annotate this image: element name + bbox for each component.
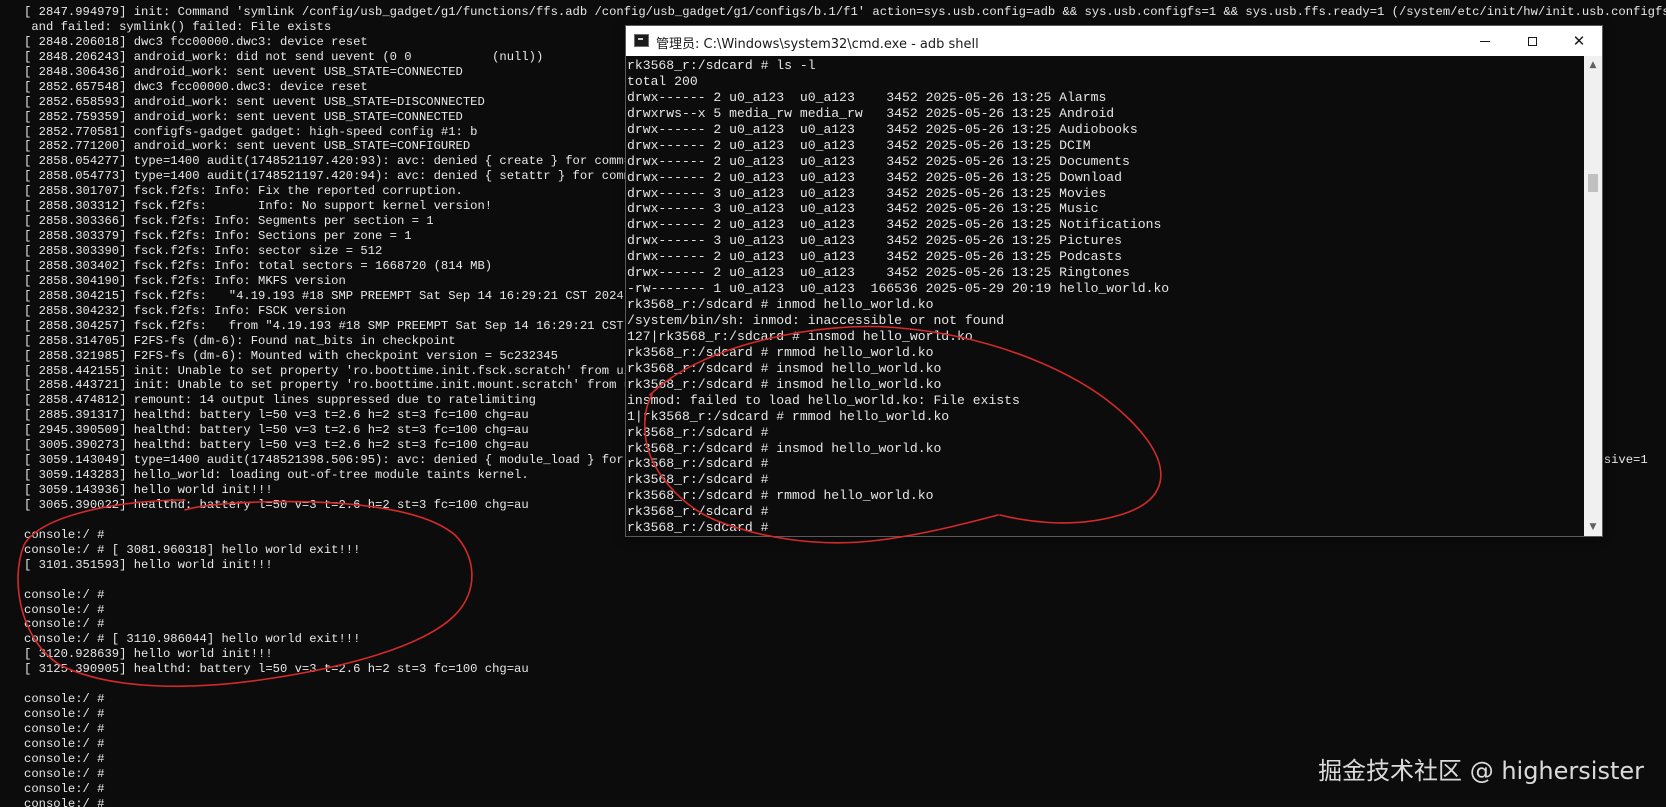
cmd-line: rk3568_r:/sdcard # inmod hello_world.ko [627,297,934,313]
minimize-icon [1480,40,1490,42]
cmd-line: rk3568_r:/sdcard # ls -l [627,58,816,73]
console-line: [ 3120.928639] hello world init!!! [24,647,273,662]
scrollbar-thumb[interactable] [1588,174,1598,192]
cmd-line: drwx------ 2 u0_a123 u0_a123 3452 2025-0… [627,89,1107,105]
console-line: [ 3101.351593] hello world init!!! [24,557,273,572]
scroll-down-arrow-icon[interactable]: ▼ [1584,518,1602,536]
cmd-line: drwx------ 3 u0_a123 u0_a123 3452 2025-0… [627,201,1099,217]
watermark-text: 掘金技术社区 @ highersister [1318,757,1644,785]
minimize-button[interactable] [1462,26,1508,56]
scroll-up-arrow-icon[interactable]: ▲ [1584,56,1602,74]
cmd-line: rk3568_r:/sdcard # rmmod hello_world.ko [627,344,934,360]
cmd-titlebar[interactable]: 管理员: C:\Windows\system32\cmd.exe - adb s… [626,26,1602,56]
cmd-line: rk3568_r:/sdcard # insmod hello_world.ko [627,440,942,456]
cmd-line: 1|rk3568_r:/sdcard # rmmod hello_world.k… [627,408,950,424]
console-line: console:/ # [24,707,105,722]
cmd-line: drwxrws--x 5 media_rw media_rw 3452 2025… [627,105,1115,121]
cmd-line: drwx------ 2 u0_a123 u0_a123 3452 2025-0… [627,121,1138,137]
cmd-output: rk3568_r:/sdcard # ls -l total 200 drwx---… [627,58,1169,536]
cmd-line: -rw------- 1 u0_a123 u0_a123 166536 2025… [627,281,1170,297]
console-line: console:/ # [24,617,105,632]
console-line: console:/ # [24,587,105,602]
cmd-line: rk3568_r:/sdcard # [627,456,769,472]
cmd-line: drwx------ 2 u0_a123 u0_a123 3452 2025-0… [627,169,1123,185]
cmd-line: total 200 [627,73,698,89]
console-line: [ 2847.994979] init: Command 'symlink /c… [24,5,1666,19]
cmd-line: rk3568_r:/sdcard # [627,424,769,440]
cmd-line: rk3568_r:/sdcard # insmod hello_world.ko [627,360,942,376]
cmd-window[interactable]: 管理员: C:\Windows\system32\cmd.exe - adb s… [626,26,1602,536]
cmd-line: rk3568_r:/sdcard # [627,504,769,520]
window-title: 管理员: C:\Windows\system32\cmd.exe - adb s… [656,37,979,52]
cmd-line: drwx------ 3 u0_a123 u0_a123 3452 2025-0… [627,233,1123,249]
console-line: console:/ # [ 3110.986044] hello world e… [24,632,361,647]
desktop-screen: [ 2847.994979] init: Command 'symlink /c… [0,0,1666,807]
cmd-line: drwx------ 2 u0_a123 u0_a123 3452 2025-0… [627,265,1130,281]
close-icon: ✕ [1572,32,1586,50]
cmd-line: /system/bin/sh: inmod: inaccessible or n… [627,313,1005,328]
maximize-icon [1527,36,1537,46]
console-line: console:/ # [ 3081.960318] hello world e… [24,542,361,557]
console-line: console:/ # [24,602,105,617]
close-button[interactable]: ✕ [1556,26,1602,56]
cmd-line: rk3568_r:/sdcard # [627,472,769,488]
cmd-line: rk3568_r:/sdcard # insmod hello_world.ko [627,376,942,392]
console-line: console:/ # [24,692,105,707]
cmd-prompt-icon [634,34,649,47]
cmd-line: drwx------ 2 u0_a123 u0_a123 3452 2025-0… [627,153,1130,169]
cmd-line: drwx------ 2 u0_a123 u0_a123 3452 2025-0… [627,217,1162,233]
cmd-line: insmod: failed to load hello_world.ko: F… [627,392,1020,408]
console-line: console:/ # [24,796,105,807]
maximize-button[interactable] [1509,26,1555,56]
cmd-console-area[interactable]: rk3568_r:/sdcard # ls -l total 200 drwx---… [626,56,1584,536]
cmd-line: rk3568_r:/sdcard # rmmod hello_world.ko [627,488,934,504]
cmd-line: drwx------ 3 u0_a123 u0_a123 3452 2025-0… [627,185,1107,201]
cmd-line: drwx------ 2 u0_a123 u0_a123 3452 2025-0… [627,249,1123,265]
cmd-line: rk3568_r:/sdcard # [627,520,769,536]
console-line: console:/ # [24,722,105,736]
console-line: [ 3125.390905] healthd: battery l=50 v=3… [24,662,529,677]
console-line: console:/ # [24,736,105,751]
cmd-line: drwx------ 2 u0_a123 u0_a123 3452 2025-0… [627,137,1091,153]
cmd-line: 127|rk3568_r:/sdcard # insmod hello_worl… [627,328,973,344]
vertical-scrollbar[interactable]: ▲ ▼ [1584,56,1602,536]
